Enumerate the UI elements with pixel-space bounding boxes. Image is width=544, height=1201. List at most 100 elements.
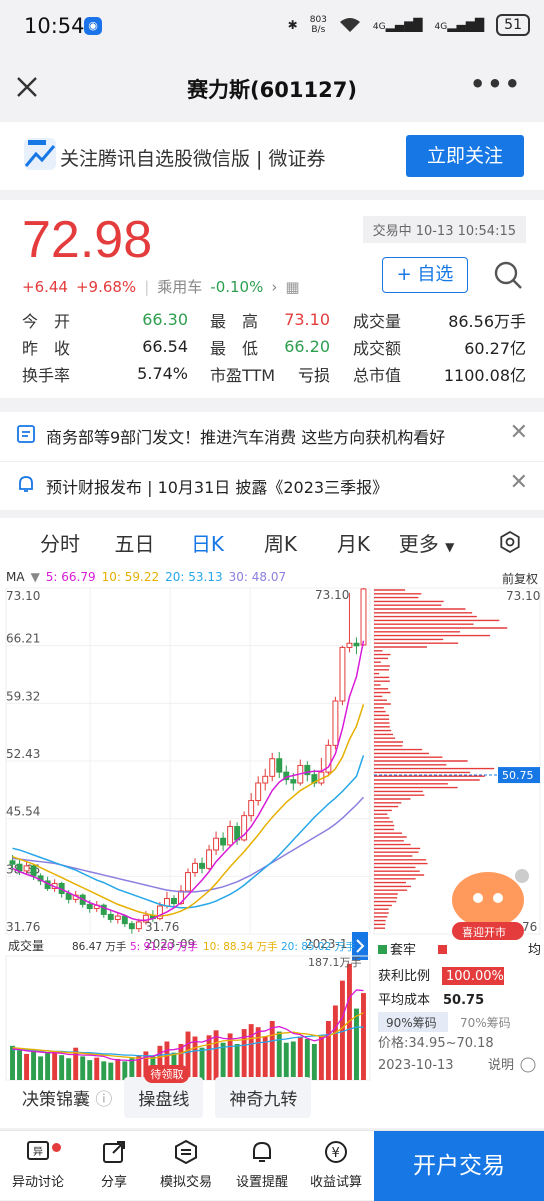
signal-4g-icon-2: 4G▂▄▆█ xyxy=(434,18,485,32)
settings-icon[interactable] xyxy=(498,530,522,554)
volume-bar xyxy=(354,1008,359,1080)
candle-body xyxy=(262,775,269,784)
open-account-button[interactable]: 开户交易 xyxy=(374,1131,544,1201)
tab-five-day[interactable]: 五日 xyxy=(98,528,171,557)
volume-bar xyxy=(269,1021,275,1080)
ma-label: MA xyxy=(6,570,25,584)
close-icon[interactable]: ✕ xyxy=(510,470,528,495)
net-speed: 803 B/s xyxy=(309,15,327,35)
status-icons: ✱ 803 B/s 4G▂▄▆█ 4G▂▄▆█ 51 xyxy=(288,14,530,36)
tab-weekly-k[interactable]: 周K xyxy=(244,528,317,557)
trade-status: 交易中 10-13 10:54:15 xyxy=(362,216,526,243)
legend-avg: 均 xyxy=(528,943,541,958)
stat-value: 66.20 xyxy=(284,337,330,356)
magic-nine-tab[interactable]: 神奇九转 xyxy=(215,1076,312,1118)
tab-intraday[interactable]: 分时 xyxy=(22,528,98,557)
notification-icon: ◉ xyxy=(84,17,102,35)
y-tick-label: 45.54 xyxy=(6,805,40,819)
volume-value: 86.47 万手 xyxy=(72,940,126,953)
profit-ratio-label: 获利比例 xyxy=(378,969,430,984)
candle-body xyxy=(213,837,220,851)
candle-body xyxy=(353,642,360,647)
share-icon xyxy=(103,1141,125,1163)
profit-ratio-value: 100.00% xyxy=(446,969,504,984)
sector-name[interactable]: 乘用车 xyxy=(157,276,202,297)
stats-table: 今 开 66.30 最 高 73.10 成交量 86.56万手昨 收 66.54 最 低 66.… xyxy=(22,306,526,387)
more-menu-button[interactable]: ••• xyxy=(470,70,522,98)
ma10-value: 10: 59.22 xyxy=(101,570,160,584)
candle-body xyxy=(128,923,135,930)
legend-swatch-profit xyxy=(438,945,447,954)
volume-label: 成交量 xyxy=(8,938,44,953)
close-icon xyxy=(515,869,529,883)
page-title: 赛力斯(601127) xyxy=(187,78,357,102)
bell-icon xyxy=(19,476,33,492)
decision-kit-tab[interactable]: 决策锦囊 ⓘ xyxy=(22,1085,112,1110)
candle-body xyxy=(185,872,191,892)
news-text: 预计财报发布 | 10月31日 披露《2023三季报》 xyxy=(46,478,389,497)
quote-panel: 72.98 交易中 10-13 10:54:15 +6.44 +9.68% | … xyxy=(0,200,544,398)
mascot-eye xyxy=(493,893,503,903)
ma-legend[interactable]: MA ▼ 5: 66.79 10: 59.22 20: 53.13 30: 48… xyxy=(6,570,286,584)
news-item[interactable]: 商务部等9部门发文！推进汽车消费 这些方向获机构看好 ✕ xyxy=(0,412,544,458)
stat-label: 市盈TTM xyxy=(210,365,276,385)
trading-line-tab[interactable]: 待领取 操盘线 xyxy=(124,1064,204,1118)
nav-discussion[interactable]: 异 异动讨论 xyxy=(0,1139,76,1190)
promo-text: 喜迎开市 xyxy=(462,925,506,939)
chip-date: 2023-10-13 xyxy=(378,1058,454,1073)
candle-body xyxy=(346,642,353,648)
avg-cost-marker-label: 50.75 xyxy=(502,769,534,782)
chevron-right-icon[interactable]: › xyxy=(271,278,277,296)
candle-body xyxy=(65,892,72,900)
chip90-label: 90%筹码 xyxy=(386,1016,437,1030)
banner-text: 关注腾讯自选股微信版 | 微证券 xyxy=(60,148,326,170)
stat-row: 今 开 66.30 最 高 73.10 成交量 86.56万手 xyxy=(22,306,526,333)
chart-panel: 分时 五日 日K 周K 月K 更多 ▼ MA ▼ 5: 66.79 10: 59… xyxy=(0,518,544,1128)
stat-value: 1100.08亿 xyxy=(443,365,526,385)
candle-body xyxy=(206,849,213,869)
nav-set-alert[interactable]: 设置提醒 xyxy=(224,1139,300,1190)
follow-now-button[interactable]: 立即关注 xyxy=(406,135,524,177)
bottom-nav: 异 异动讨论 分享 模拟交易 设置提醒 ¥ 收益试算 开户交易 xyxy=(0,1130,544,1201)
news-text: 商务部等9部门发文！推进汽车消费 这些方向获机构看好 xyxy=(46,428,446,447)
nav-sim-trade[interactable]: 模拟交易 xyxy=(148,1139,224,1190)
chip70-label: 70%筹码 xyxy=(460,1016,511,1030)
search-icon[interactable] xyxy=(492,259,524,291)
candle-body xyxy=(107,913,114,920)
candle-body xyxy=(86,903,93,910)
tab-daily-k[interactable]: 日K xyxy=(171,528,244,557)
stat-label: 换手率 xyxy=(22,365,71,385)
svg-text:异: 异 xyxy=(33,1146,43,1158)
close-icon[interactable]: ✕ xyxy=(510,420,528,445)
candle-body xyxy=(332,700,339,746)
news-item[interactable]: 预计财报发布 | 10月31日 披露《2023三季报》 ✕ xyxy=(0,462,544,508)
volume-high-label: 187.1万手 xyxy=(308,955,362,969)
sector-change[interactable]: -0.10% xyxy=(210,278,263,296)
change-line: +6.44 +9.68% | 乘用车 -0.10% › ▦ xyxy=(22,276,300,297)
tab-more[interactable]: 更多 ▼ xyxy=(390,528,463,557)
grid-icon[interactable]: ▦ xyxy=(285,278,299,296)
nav-profit-calc[interactable]: ¥ 收益试算 xyxy=(298,1139,374,1190)
ma5-value: 5: 66.79 xyxy=(45,570,96,584)
candle-body xyxy=(23,865,30,872)
tab-monthly-k[interactable]: 月K xyxy=(317,528,390,557)
candle-body xyxy=(290,779,297,784)
stat-value: 60.27亿 xyxy=(464,338,526,358)
candle-body xyxy=(248,800,255,817)
price-range: 价格:34.95~70.18 xyxy=(378,1035,494,1051)
candle-body xyxy=(255,782,262,802)
candle-body xyxy=(30,865,37,877)
stat-value: 5.74% xyxy=(137,364,188,383)
promo-mascot[interactable]: 喜迎开市 xyxy=(452,869,529,940)
wechat-follow-banner[interactable]: 关注腾讯自选股微信版 | 微证券 立即关注 xyxy=(0,122,544,190)
nav-share[interactable]: 分享 xyxy=(76,1139,152,1190)
stat-label: 成交额 xyxy=(353,338,402,358)
yuan-coin-icon: ¥ xyxy=(325,1141,347,1163)
kline-chart[interactable]: 73.1066.2159.3252.4345.5438.6531.7673.10… xyxy=(0,584,544,1088)
add-watchlist-button[interactable]: + 自选 xyxy=(382,257,468,293)
chart-tabs: 分时 五日 日K 周K 月K 更多 ▼ xyxy=(0,518,544,566)
wifi-icon xyxy=(339,18,360,32)
y-tick-label: 66.21 xyxy=(6,632,40,646)
volume-bar xyxy=(361,993,366,1080)
bluetooth-icon: ✱ xyxy=(287,18,298,32)
